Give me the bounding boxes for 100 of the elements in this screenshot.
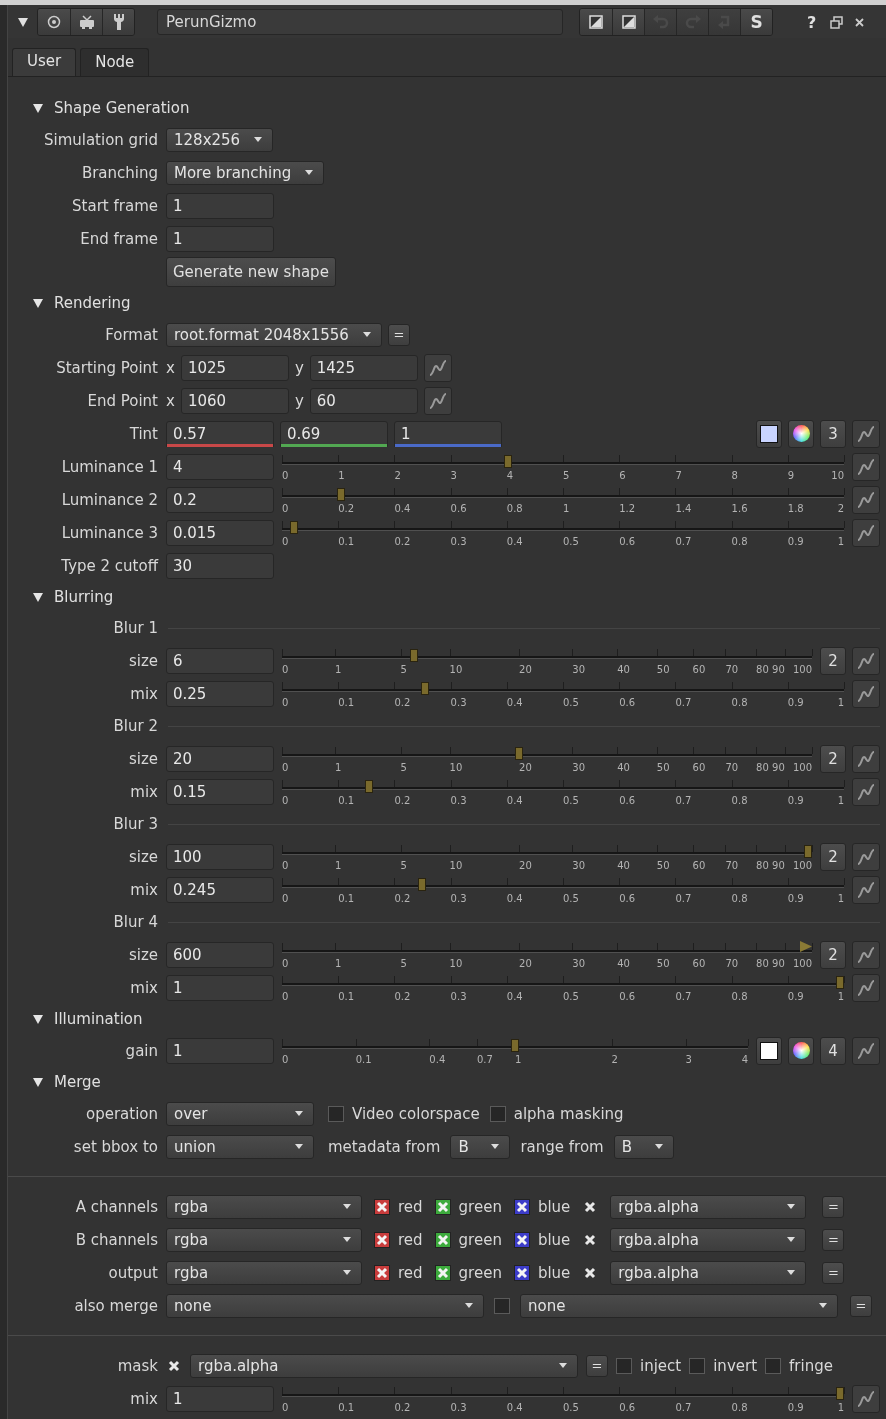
slider-track[interactable]: 0 0.2 0.4 0.6 0.8 1 1.2 1.4 1.6 1.8 2 bbox=[282, 484, 844, 515]
curve-button[interactable] bbox=[852, 485, 880, 514]
equals-button[interactable]: = bbox=[586, 1354, 608, 1377]
slider-track[interactable]: 0 1 5 10 20 30 40 50 60 70 80 90 100 bbox=[282, 939, 812, 970]
number-field[interactable]: 1 bbox=[394, 420, 502, 447]
slider-thumb[interactable] bbox=[503, 454, 512, 468]
equals-button[interactable]: = bbox=[822, 1261, 845, 1284]
dropdown[interactable]: rgba.alpha bbox=[190, 1353, 578, 1378]
color-wheel-button[interactable] bbox=[788, 1036, 814, 1065]
dropdown[interactable]: over bbox=[166, 1101, 314, 1126]
dropdown[interactable]: rgba.alpha bbox=[610, 1227, 807, 1252]
curve-button[interactable] bbox=[852, 973, 880, 1002]
toolbar-button[interactable] bbox=[38, 9, 70, 35]
color-wheel-button[interactable] bbox=[788, 419, 814, 448]
number-field[interactable]: 1 bbox=[166, 1037, 274, 1064]
equals-button[interactable]: = bbox=[822, 1228, 845, 1251]
collapse-triangle-icon[interactable] bbox=[32, 1013, 44, 1025]
number-field[interactable]: 600 bbox=[166, 941, 274, 968]
number-field[interactable]: 0.69 bbox=[280, 420, 388, 447]
action-button[interactable]: Generate new shape bbox=[166, 256, 336, 287]
number-field[interactable]: 30 bbox=[166, 552, 274, 579]
tab[interactable]: Node bbox=[80, 48, 150, 76]
checkbox[interactable] bbox=[616, 1357, 632, 1374]
curve-button[interactable] bbox=[852, 452, 880, 481]
count-button[interactable]: 2 bbox=[820, 940, 846, 969]
dropdown[interactable]: root.format 2048x1556 bbox=[166, 322, 382, 347]
curve-button[interactable] bbox=[852, 419, 880, 448]
slider-track[interactable]: 0 1 5 10 20 30 40 50 60 70 80 90 100 bbox=[282, 841, 812, 872]
dropdown[interactable]: union bbox=[166, 1134, 314, 1159]
curve-button[interactable] bbox=[852, 646, 880, 675]
toolbar-button[interactable]: S bbox=[740, 9, 772, 35]
checkbox[interactable] bbox=[513, 1198, 530, 1215]
slider-track[interactable]: 0 1 5 10 20 30 40 50 60 70 80 90 100 bbox=[282, 645, 812, 676]
slider-track[interactable]: 0 0.1 0.2 0.3 0.4 0.5 0.6 0.7 0.8 0.9 1 bbox=[282, 517, 844, 548]
checkbox[interactable] bbox=[513, 1264, 530, 1281]
equals-button[interactable]: = bbox=[387, 323, 410, 346]
dropdown[interactable]: rgba bbox=[166, 1227, 362, 1252]
number-field[interactable]: 1060 bbox=[180, 387, 289, 414]
slider-thumb[interactable] bbox=[511, 1038, 519, 1052]
number-field[interactable]: 1 bbox=[166, 1385, 274, 1412]
checkbox[interactable] bbox=[374, 1231, 390, 1248]
checkbox[interactable] bbox=[328, 1105, 344, 1122]
help-button[interactable]: ? bbox=[803, 12, 821, 32]
checkbox[interactable] bbox=[489, 1105, 506, 1122]
dropdown[interactable]: rgba bbox=[166, 1260, 362, 1285]
dropdown[interactable]: 128x256 bbox=[166, 127, 274, 152]
dropdown[interactable]: rgba.alpha bbox=[610, 1260, 807, 1285]
number-field[interactable]: 0.25 bbox=[166, 680, 274, 707]
dropdown[interactable]: none bbox=[166, 1293, 484, 1318]
curve-button[interactable] bbox=[423, 386, 452, 415]
checkbox[interactable] bbox=[374, 1264, 390, 1281]
count-button[interactable]: 2 bbox=[820, 744, 846, 773]
equals-button[interactable]: = bbox=[850, 1294, 872, 1317]
slider-track[interactable]: 0 1 5 10 20 30 40 50 60 70 80 90 100 bbox=[282, 743, 812, 774]
tab[interactable]: User bbox=[12, 48, 77, 76]
dropdown[interactable]: More branching bbox=[166, 160, 325, 185]
equals-button[interactable]: = bbox=[822, 1195, 845, 1218]
slider-thumb[interactable] bbox=[800, 940, 812, 952]
slider-thumb[interactable] bbox=[409, 648, 418, 662]
checkbox[interactable] bbox=[689, 1357, 706, 1374]
swatch-button[interactable] bbox=[756, 1036, 782, 1065]
checkbox[interactable] bbox=[434, 1231, 451, 1248]
number-field[interactable]: 6 bbox=[166, 647, 274, 674]
number-field[interactable]: 0.015 bbox=[166, 519, 274, 546]
number-field[interactable]: 4 bbox=[166, 453, 274, 480]
number-field[interactable]: 20 bbox=[166, 745, 274, 772]
dropdown[interactable]: rgba.alpha bbox=[610, 1194, 807, 1219]
collapse-triangle-icon[interactable] bbox=[32, 102, 44, 114]
checkbox[interactable] bbox=[513, 1231, 530, 1248]
slider-track[interactable]: 0 0.1 0.2 0.3 0.4 0.5 0.6 0.7 0.8 0.9 1 bbox=[282, 678, 844, 709]
count-button[interactable]: 4 bbox=[820, 1036, 846, 1065]
toolbar-button[interactable] bbox=[612, 9, 644, 35]
swatch-button[interactable] bbox=[756, 419, 782, 448]
float-button[interactable] bbox=[828, 13, 846, 31]
slider-track[interactable]: 0 0.1 0.2 0.3 0.4 0.5 0.6 0.7 0.8 0.9 1 bbox=[282, 1383, 844, 1414]
slider-thumb[interactable] bbox=[365, 779, 374, 793]
dropdown[interactable]: B bbox=[450, 1134, 511, 1159]
slider-track[interactable]: 0 0.1 0.2 0.3 0.4 0.5 0.6 0.7 0.8 0.9 1 bbox=[282, 874, 844, 905]
checkbox[interactable] bbox=[494, 1297, 510, 1314]
name-field[interactable]: PerunGizmo bbox=[157, 9, 563, 35]
curve-button[interactable] bbox=[423, 353, 452, 382]
curve-button[interactable] bbox=[852, 875, 880, 904]
number-field[interactable]: 0.245 bbox=[166, 876, 274, 903]
collapse-icon[interactable] bbox=[17, 16, 29, 28]
number-field[interactable]: 60 bbox=[309, 387, 418, 414]
slider-track[interactable]: 0 0.1 0.2 0.3 0.4 0.5 0.6 0.7 0.8 0.9 1 bbox=[282, 972, 844, 1003]
slider-thumb[interactable] bbox=[290, 520, 299, 534]
number-field[interactable]: 1425 bbox=[309, 354, 418, 381]
number-field[interactable]: 100 bbox=[166, 843, 274, 870]
number-field[interactable]: 0.2 bbox=[166, 486, 274, 513]
curve-button[interactable] bbox=[852, 777, 880, 806]
number-field[interactable]: 1 bbox=[166, 225, 274, 252]
curve-button[interactable] bbox=[852, 518, 880, 547]
slider-thumb[interactable] bbox=[337, 487, 346, 501]
slider-thumb[interactable] bbox=[836, 975, 844, 989]
toolbar-button[interactable] bbox=[70, 9, 102, 35]
number-field[interactable]: 0.57 bbox=[166, 420, 274, 447]
collapse-triangle-icon[interactable] bbox=[32, 591, 44, 603]
curve-button[interactable] bbox=[852, 842, 880, 871]
curve-button[interactable] bbox=[852, 940, 880, 969]
